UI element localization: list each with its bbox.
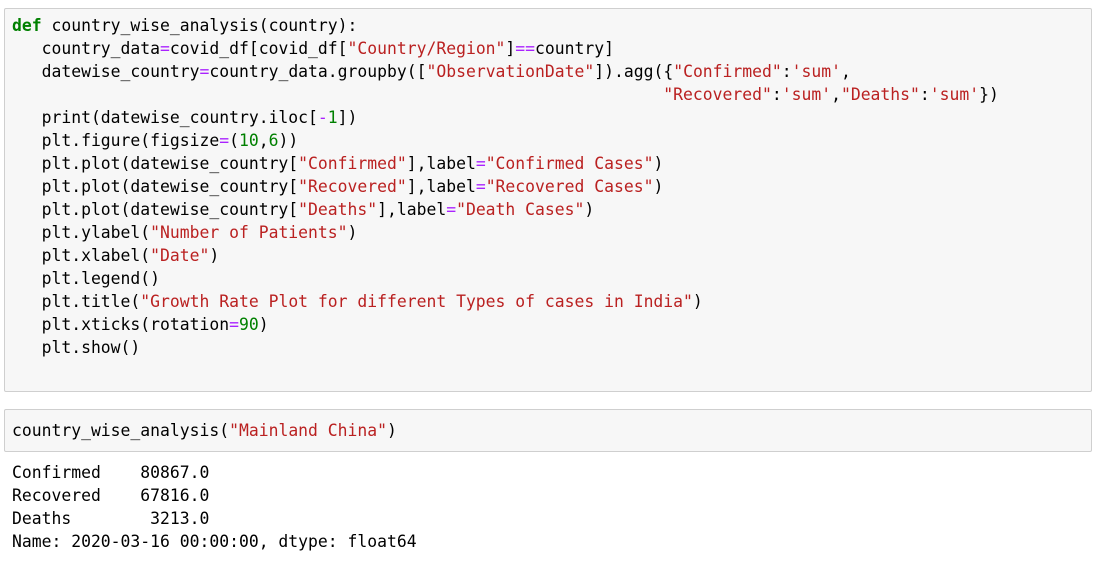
code-token-plain: ]: [505, 39, 516, 58]
code-token-plain: ): [692, 292, 703, 311]
code-token-plain: ,: [258, 131, 269, 150]
code-token-num: 1: [327, 108, 338, 127]
code-line: country_data=covid_df[covid_df["Country/…: [12, 37, 614, 60]
code-token-plain: ]).agg({: [594, 62, 674, 81]
code-token-plain: plt.plot(datewise_country[: [12, 200, 299, 219]
code-token-plain: ): [209, 246, 220, 265]
code-token-plain: }): [979, 85, 999, 104]
code-token-str: "Mainland China": [229, 421, 387, 440]
code-token-plain: country]: [535, 39, 614, 58]
code-token-plain: :: [919, 85, 930, 104]
code-line: plt.title("Growth Rate Plot for differen…: [12, 290, 703, 313]
code-token-plain: plt.xticks(rotation: [12, 315, 230, 334]
code-token-plain: covid_df[covid_df[: [169, 39, 348, 58]
code-token-str: "Deaths": [298, 200, 378, 219]
output-line: Confirmed 80867.0: [12, 463, 210, 482]
code-token-op: =: [160, 39, 170, 58]
code-token-str: "Deaths": [840, 85, 920, 104]
code-token-op: ==: [515, 39, 536, 58]
code-token-op: =: [446, 200, 457, 219]
code-token-str: "Recovered": [298, 177, 407, 196]
code-token-str: "Number of Patients": [150, 223, 348, 242]
code-token-str: "Death Cases": [456, 200, 585, 219]
code-token-str: 'sum': [781, 85, 832, 104]
code-token-plain: country_wise_analysis(: [12, 421, 230, 440]
code-line: datewise_country=country_data.groupby(["…: [12, 60, 851, 83]
code-token-plain: plt.plot(datewise_country[: [12, 154, 299, 173]
code-token-op: =: [219, 131, 230, 150]
code-token-plain: plt.figure(figsize: [12, 131, 220, 150]
code-token-plain: :: [771, 85, 782, 104]
code-token-str: "Date": [150, 246, 210, 265]
code-line: country_wise_analysis("Mainland China"): [12, 419, 397, 442]
code-token-num: 10: [238, 131, 259, 150]
code-token-str: "ObservationDate": [426, 62, 595, 81]
code-line: plt.plot(datewise_country["Recovered"],l…: [12, 175, 664, 198]
code-cell-function-call[interactable]: country_wise_analysis("Mainland China"): [4, 409, 1092, 452]
code-token-plain: ): [653, 177, 664, 196]
code-token-plain: country_wise_analysis(country):: [41, 16, 358, 35]
code-line: plt.xlabel("Date"): [12, 244, 220, 267]
code-token-plain: ],label: [406, 177, 476, 196]
code-token-str: "Confirmed": [673, 62, 782, 81]
code-token-str: "Confirmed Cases": [485, 154, 654, 173]
output-line: Recovered 67816.0: [12, 486, 210, 505]
code-token-str: "Country/Region": [347, 39, 506, 58]
code-line: plt.ylabel("Number of Patients"): [12, 221, 358, 244]
code-token-op: -: [317, 108, 328, 127]
code-token-plain: country_data: [12, 39, 161, 58]
code-token-plain: print(datewise_country.iloc[: [12, 108, 318, 127]
output-line: Deaths 3213.0: [12, 509, 210, 528]
code-token-op: =: [475, 154, 486, 173]
code-token-plain: ],label: [406, 154, 476, 173]
code-token-str: "Recovered Cases": [485, 177, 654, 196]
code-token-plain: plt.title(: [12, 292, 141, 311]
code-line: plt.legend(): [12, 267, 160, 290]
code-token-plain: ,: [831, 85, 841, 104]
code-token-plain: ): [258, 315, 269, 334]
code-token-plain: plt.plot(datewise_country[: [12, 177, 299, 196]
code-line: plt.plot(datewise_country["Confirmed"],l…: [12, 152, 664, 175]
code-line: plt.xticks(rotation=90): [12, 313, 269, 336]
code-token-op: =: [475, 177, 486, 196]
code-token-plain: plt.ylabel(: [12, 223, 151, 242]
code-line: def country_wise_analysis(country):: [12, 14, 357, 37]
code-token-plain: ): [584, 200, 595, 219]
code-line: "Recovered":'sum',"Deaths":'sum'}): [12, 83, 999, 106]
code-token-plain: :: [781, 62, 792, 81]
code-token-plain: plt.xlabel(: [12, 246, 151, 265]
code-token-plain: ,: [840, 62, 851, 81]
code-token-plain: ): [387, 421, 397, 440]
code-token-plain: country_data.groupby([: [209, 62, 427, 81]
code-token-op: =: [199, 62, 210, 81]
code-token-str: "Confirmed": [298, 154, 407, 173]
code-token-op: =: [229, 315, 239, 334]
code-token-plain: ): [347, 223, 358, 242]
code-token-plain: ): [653, 154, 664, 173]
code-token-str: 'sum': [929, 85, 980, 104]
code-token-str: 'sum': [791, 62, 841, 81]
code-token-num: 90: [238, 315, 259, 334]
code-token-str: "Growth Rate Plot for different Types of…: [140, 292, 693, 311]
code-line: plt.figure(figsize=(10,6)): [12, 129, 299, 152]
code-line: plt.plot(datewise_country["Deaths"],labe…: [12, 198, 595, 221]
code-token-plain: ],label: [377, 200, 447, 219]
code-token-plain: plt.show(): [12, 338, 141, 357]
output-line: Name: 2020-03-16 00:00:00, dtype: float6…: [12, 532, 417, 551]
code-line: print(datewise_country.iloc[-1]): [12, 106, 358, 129]
code-token-num: 6: [268, 131, 279, 150]
code-token-plain: ]): [337, 108, 358, 127]
code-line: plt.show(): [12, 336, 141, 359]
code-token-plain: plt.legend(): [12, 269, 161, 288]
code-token-plain: datewise_country: [12, 62, 200, 81]
code-token-plain: (: [229, 131, 239, 150]
code-token-str: "Recovered": [663, 85, 772, 104]
code-cell-function-definition[interactable]: def country_wise_analysis(country): coun…: [4, 8, 1092, 392]
code-token-kw: def: [12, 16, 42, 35]
code-token-plain: )): [278, 131, 299, 150]
